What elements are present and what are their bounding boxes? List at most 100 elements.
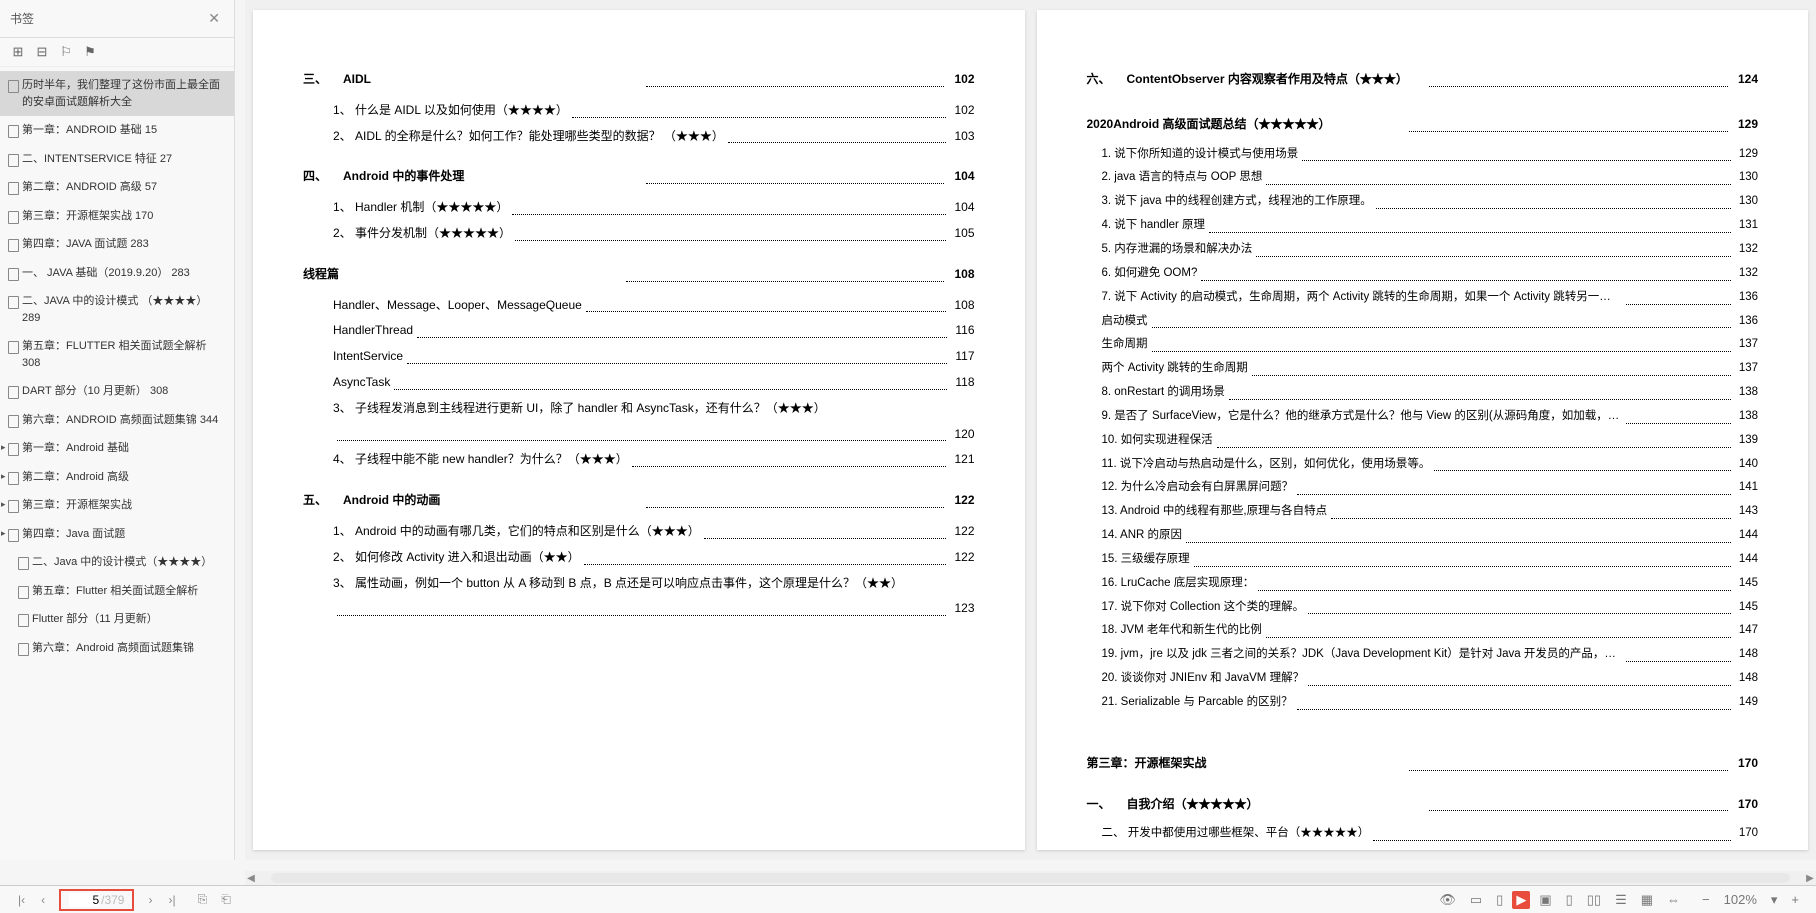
eye-icon[interactable]: 👁 [1434,890,1461,910]
scroll-left-icon[interactable]: ◀ [245,873,257,884]
two-page-icon[interactable]: ▯▯ [1582,890,1606,910]
toc-entry[interactable]: 11. 说下冷启动与热启动是什么，区别，如何优化，使用场景等。140 [1087,454,1759,476]
sidebar-title: 书签 [10,10,34,27]
toc-entry[interactable]: 14. ANR 的原因144 [1087,525,1759,547]
close-icon[interactable]: ✕ [204,8,224,29]
toc-entry[interactable]: 17. 说下你对 Collection 这个类的理解。145 [1087,597,1759,619]
bookmark-item[interactable]: 第五章：Flutter 相关面试题全解析 [0,577,234,606]
page-number-input[interactable] [69,893,99,907]
toc-entry[interactable]: 3. 说下 java 中的线程创建方式，线程池的工作原理。130 [1087,191,1759,213]
zoom-dropdown-icon[interactable]: ▾ [1766,890,1783,910]
book-icon[interactable]: ▣ [1534,890,1556,910]
bookmark-item[interactable]: 第一章：ANDROID 基础 15 [0,116,234,145]
collapse-icon[interactable]: ⊟ [34,44,50,60]
toc-entry[interactable]: 2、 如何修改 Activity 进入和退出动画（★★）122 [303,546,975,569]
toc-entry[interactable]: 7. 说下 Activity 的启动模式，生命周期，两个 Activity 跳转… [1087,287,1759,309]
toc-entry[interactable]: 16. LruCache 底层实现原理：145 [1087,573,1759,595]
status-right: 👁 ▭ ▯ ▶ ▣ ▯ ▯▯ ☰ ▦ ⇔ − 102% ▾ + [1434,890,1804,910]
export-icon[interactable]: ⎘ [194,890,212,909]
toc-entry[interactable]: Handler、Message、Looper、MessageQueue108 [303,294,975,317]
cont-single-icon[interactable]: ☰ [1610,890,1632,910]
toc-entry[interactable]: 3、 子线程发消息到主线程进行更新 UI，除了 handler 和 AsyncT… [303,397,975,420]
toc-entry[interactable]: 6. 如何避免 OOM?132 [1087,263,1759,285]
toc-entry[interactable]: 线程篇108 [303,263,975,286]
fit-width-icon[interactable]: ⇔ [1662,890,1685,909]
toc-entry[interactable]: IntentService117 [303,345,975,368]
bookmark-item[interactable]: 第二章：ANDROID 高级 57 [0,173,234,202]
zoom-in-icon[interactable]: + [1786,890,1804,909]
toc-entry[interactable]: 2、 AIDL 的全称是什么？如何工作？能处理哪些类型的数据？ （★★★）103 [303,125,975,148]
expand-icon[interactable]: ⊞ [10,44,26,60]
toc-entry[interactable]: 15. 三级缓存原理144 [1087,549,1759,571]
bookmark-item[interactable]: 二、JAVA 中的设计模式 （★★★★） 289 [0,287,234,332]
toc-entry[interactable]: 8. onRestart 的调用场景138 [1087,382,1759,404]
bookmark-item[interactable]: 第五章：FLUTTER 相关面试题全解析 308 [0,332,234,377]
toc-entry[interactable]: 2. java 语言的特点与 OOP 思想130 [1087,167,1759,189]
toc-entry[interactable]: 9. 是否了 SurfaceView，它是什么？他的继承方式是什么？他与 Vie… [1087,406,1759,428]
toc-entry[interactable]: 三、AIDL102 [303,68,975,91]
toc-entry[interactable]: 13. Android 中的线程有那些,原理与各自特点143 [1087,501,1759,523]
toc-entry[interactable]: 19. jvm，jre 以及 jdk 三者之间的关系？JDK（Java Deve… [1087,644,1759,666]
bookmark-item[interactable]: 第四章：JAVA 面试题 283 [0,230,234,259]
toc-entry[interactable]: HandlerThread116 [303,319,975,342]
toc-entry[interactable]: 123 [303,597,975,620]
scroll-right-icon[interactable]: ▶ [1804,873,1816,884]
toc-entry[interactable]: 1. 说下你所知道的设计模式与使用场景129 [1087,144,1759,166]
toc-entry[interactable]: 一、自我介绍（★★★★★）170 [1087,793,1759,816]
next-page-icon[interactable]: › [142,891,158,909]
first-page-icon[interactable]: |‹ [12,891,31,909]
bookmark-item[interactable]: Flutter 部分（11 月更新） [0,605,234,634]
bookmark-item[interactable]: 二、Java 中的设计模式（★★★★） [0,548,234,577]
toc-entry[interactable]: 生命周期137 [1087,334,1759,356]
single-page-icon[interactable]: ▯ [1561,890,1578,910]
last-page-icon[interactable]: ›| [162,891,181,909]
bookmark-item[interactable]: DART 部分（10 月更新） 308 [0,377,234,406]
toc-entry[interactable]: 两个 Activity 跳转的生命周期137 [1087,358,1759,380]
toc-entry[interactable]: 1、 什么是 AIDL 以及如何使用（★★★★）102 [303,99,975,122]
bookmark-item[interactable]: 第一章：Android 基础 [0,434,234,463]
bookmark-item[interactable]: 第六章：ANDROID 高频面试题集锦 344 [0,406,234,435]
toc-entry[interactable]: 二、 开发中都使用过哪些框架、平台（★★★★★）170 [1087,823,1759,845]
toc-entry[interactable]: 1、 Handler 机制（★★★★★）104 [303,196,975,219]
toc-entry[interactable]: 启动模式136 [1087,311,1759,333]
toc-entry[interactable]: 12. 为什么冷启动会有白屏黑屏问题？141 [1087,477,1759,499]
phone-icon[interactable]: ▯ [1491,890,1508,910]
toc-entry[interactable]: 四、Android 中的事件处理104 [303,165,975,188]
bookmark-item[interactable]: 一、 JAVA 基础（2019.9.20） 283 [0,259,234,288]
toc-entry[interactable]: 21. Serializable 与 Parcable 的区别？149 [1087,692,1759,714]
toc-entry[interactable]: 1、 Android 中的动画有哪几类，它们的特点和区别是什么（★★★）122 [303,520,975,543]
page-nav: |‹ ‹ /379 › ›| [12,889,182,911]
prev-page-icon[interactable]: ‹ [35,891,51,909]
toc-entry[interactable]: 20. 谈谈你对 JNIEnv 和 JavaVM 理解？148 [1087,668,1759,690]
toc-entry[interactable]: 六、ContentObserver 内容观察者作用及特点（★★★）124 [1087,68,1759,91]
toc-entry[interactable]: 第三章：开源框架实战170 [1087,752,1759,775]
toc-entry[interactable]: 五、Android 中的动画122 [303,489,975,512]
toc-entry[interactable]: 3、 属性动画，例如一个 button 从 A 移动到 B 点，B 点还是可以响… [303,572,975,595]
toc-entry[interactable]: 2、 事件分发机制（★★★★★）105 [303,222,975,245]
scroll-track[interactable] [271,873,1790,883]
read-mode-icon[interactable]: ▭ [1465,890,1487,910]
bookmark-item[interactable]: 第四章：Java 面试题 [0,520,234,549]
bookmark-icon[interactable]: ⚐ [58,44,74,60]
bookmark-item[interactable]: 第三章：开源框架实战 170 [0,202,234,231]
toc-entry[interactable]: AsyncTask118 [303,371,975,394]
bookmark-outline-icon[interactable]: ⚑ [82,44,98,60]
import-icon[interactable]: ⎗ [217,890,235,909]
page-left: 三、AIDL102 1、 什么是 AIDL 以及如何使用（★★★★）102 2、 A… [253,10,1025,850]
bookmark-item[interactable]: 第二章：Android 高级 [0,463,234,492]
bookmark-item[interactable]: 二、INTENTSERVICE 特征 27 [0,145,234,174]
bookmark-item[interactable]: 第六章：Android 高频面试题集锦 [0,634,234,663]
play-icon[interactable]: ▶ [1512,891,1530,909]
toc-entry[interactable]: 4. 说下 handler 原理131 [1087,215,1759,237]
toc-section[interactable]: 2020Android 高级面试题总结（★★★★★）129 [1087,113,1759,136]
toc-entry[interactable]: 4、 子线程中能不能 new handler？为什么？（★★★）121 [303,448,975,471]
toc-entry[interactable]: 18. JVM 老年代和新生代的比例147 [1087,620,1759,642]
zoom-out-icon[interactable]: − [1697,890,1715,909]
horizontal-scrollbar[interactable]: ◀ ▶ [245,871,1816,885]
bookmark-item[interactable]: 第三章：开源框架实战 [0,491,234,520]
toc-entry[interactable]: 10. 如何实现进程保活139 [1087,430,1759,452]
toc-entry[interactable]: 120 [303,423,975,446]
cont-two-icon[interactable]: ▦ [1636,890,1658,910]
toc-entry[interactable]: 5. 内存泄漏的场景和解决办法132 [1087,239,1759,261]
bookmark-item[interactable]: 历时半年，我们整理了这份市面上最全面的安卓面试题解析大全 [0,71,234,116]
